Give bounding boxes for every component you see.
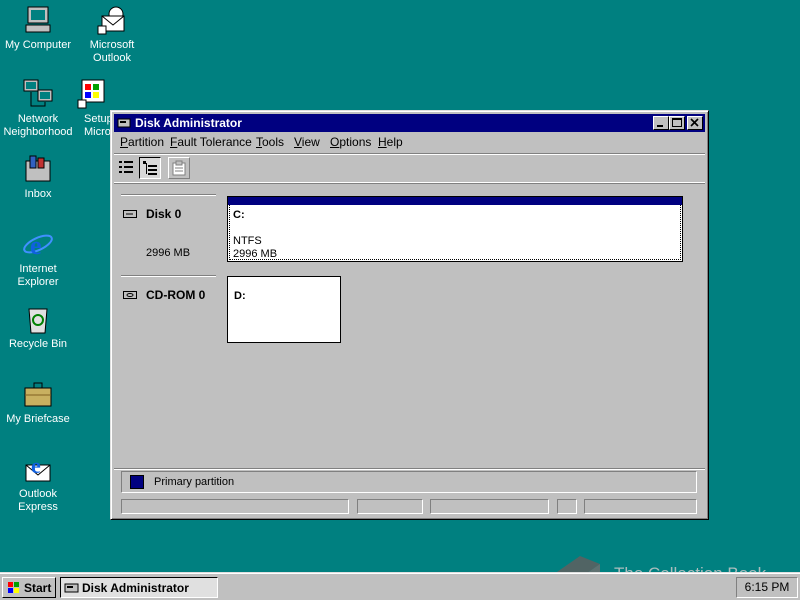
partition-c-size: 2996 MB <box>233 248 278 260</box>
menu-view[interactable]: View <box>294 135 320 149</box>
desktop-icon-label: Setup Microsoft <box>84 113 110 138</box>
desktop-icon-label: Outlook Express <box>18 488 58 513</box>
desktop-icon-label: My Computer <box>4 39 72 51</box>
taskbar: Start Disk Administrator 6:15 PM <box>0 572 800 600</box>
legend-label: Primary partition <box>154 476 235 488</box>
desktop-icon-inbox[interactable]: Inbox <box>0 153 76 201</box>
menu-partition[interactable]: Partition <box>120 135 164 149</box>
desktop-icon-label: Network Neighborhood <box>3 113 73 138</box>
properties-button[interactable] <box>168 157 190 179</box>
volumes-view-button[interactable] <box>116 157 138 179</box>
desktop-icon-ie[interactable]: e Internet Explorer <box>0 228 76 289</box>
partition-d[interactable]: D: <box>227 276 341 343</box>
disk-separator <box>121 275 216 277</box>
primary-partition-bar <box>228 197 682 205</box>
toolbar <box>114 153 705 183</box>
desktop-icon-my-computer[interactable]: My Computer <box>0 4 76 52</box>
status-cell-4 <box>557 499 577 514</box>
clock[interactable]: 6:15 PM <box>745 580 790 594</box>
status-cell-5 <box>584 499 697 514</box>
taskbar-item-disk-administrator[interactable]: Disk Administrator <box>60 577 218 598</box>
close-icon <box>690 118 699 127</box>
menu-bar: Partition Fault Tolerance Tools View Opt… <box>114 133 705 151</box>
windows-logo-icon <box>8 582 19 593</box>
menu-options[interactable]: Options <box>330 135 371 149</box>
title-bar[interactable]: Disk Administrator <box>114 114 705 132</box>
status-cell-3 <box>430 499 549 514</box>
briefcase-icon <box>22 378 54 410</box>
desktop-icon-label: My Briefcase <box>6 413 70 425</box>
network-icon <box>22 78 54 110</box>
ie-icon: e <box>22 228 54 260</box>
window-title: Disk Administrator <box>135 116 242 130</box>
svg-text:e: e <box>30 231 42 260</box>
menu-accel: H <box>378 135 387 149</box>
status-cell-2 <box>357 499 423 514</box>
menu-label: ault Tolerance <box>177 135 252 149</box>
menu-tools[interactable]: Tools <box>256 135 284 149</box>
list-view-icon <box>119 161 133 173</box>
disk-administrator-window: Disk Administrator Partition Fault Toler… <box>110 110 709 520</box>
start-label: Start <box>24 581 52 595</box>
setup-icon <box>76 78 108 110</box>
cdrom-icon <box>123 290 137 303</box>
hard-disk-icon <box>123 209 137 222</box>
menu-label: ptions <box>339 135 372 149</box>
desktop-icon-label: Recycle Bin <box>8 338 68 350</box>
svg-text:e: e <box>31 453 41 478</box>
my-computer-icon <box>22 4 54 36</box>
desktop-icon-briefcase[interactable]: My Briefcase <box>0 378 76 426</box>
recycle-bin-icon <box>22 303 54 335</box>
close-button[interactable] <box>687 116 703 130</box>
desktop-icon-outlook[interactable]: Microsoft Outlook <box>74 4 150 65</box>
desktop-icon-label: Internet Explorer <box>17 263 59 288</box>
legend-divider <box>114 468 705 470</box>
cdrom-0-label: CD-ROM 0 <box>146 288 206 302</box>
disk-separator <box>121 194 216 196</box>
menu-label: artition <box>128 135 165 149</box>
minimize-button[interactable] <box>653 116 669 130</box>
partition-c[interactable]: C: NTFS 2996 MB <box>227 196 683 262</box>
disk-admin-app-icon[interactable] <box>117 116 131 130</box>
legend-bar: Primary partition <box>121 471 697 493</box>
desktop-icon-setup[interactable]: Setup Microsoft <box>74 78 110 139</box>
desktop-icon-recycle-bin[interactable]: Recycle Bin <box>0 303 76 351</box>
desktop-icon-network[interactable]: Network Neighborhood <box>0 78 76 139</box>
menu-accel: O <box>330 135 340 149</box>
disk-0-label: Disk 0 <box>146 207 182 221</box>
disk-0-size: 2996 MB <box>146 247 191 259</box>
outlook-express-icon: e <box>22 453 54 485</box>
menu-label: iew <box>301 135 320 149</box>
disk-admin-task-icon <box>64 583 79 593</box>
start-button[interactable]: Start <box>2 577 56 598</box>
system-tray: 6:15 PM <box>736 577 798 598</box>
tree-view-icon <box>143 161 157 175</box>
status-cell-1 <box>121 499 349 514</box>
menu-fault-tolerance[interactable]: Fault Tolerance <box>170 135 252 149</box>
desktop-icon-label: Inbox <box>24 188 52 200</box>
menu-help[interactable]: Help <box>378 135 403 149</box>
inbox-icon <box>22 153 54 185</box>
properties-icon <box>172 160 186 176</box>
partition-c-filesystem: NTFS <box>233 235 262 247</box>
menu-accel: V <box>294 135 302 149</box>
maximize-button[interactable] <box>669 116 685 130</box>
menu-accel: P <box>120 135 129 149</box>
partition-c-letter: C: <box>233 209 245 221</box>
disk-configuration-view-button[interactable] <box>139 157 161 179</box>
menu-label: elp <box>386 135 403 149</box>
outlook-icon <box>96 4 128 36</box>
desktop-icon-label: Microsoft Outlook <box>89 39 135 64</box>
partition-d-letter: D: <box>234 290 246 302</box>
desktop-icon-outlook-express[interactable]: e Outlook Express <box>0 453 76 514</box>
task-label: Disk Administrator <box>82 581 189 595</box>
menu-label: ools <box>262 135 285 149</box>
legend-swatch <box>130 475 144 489</box>
